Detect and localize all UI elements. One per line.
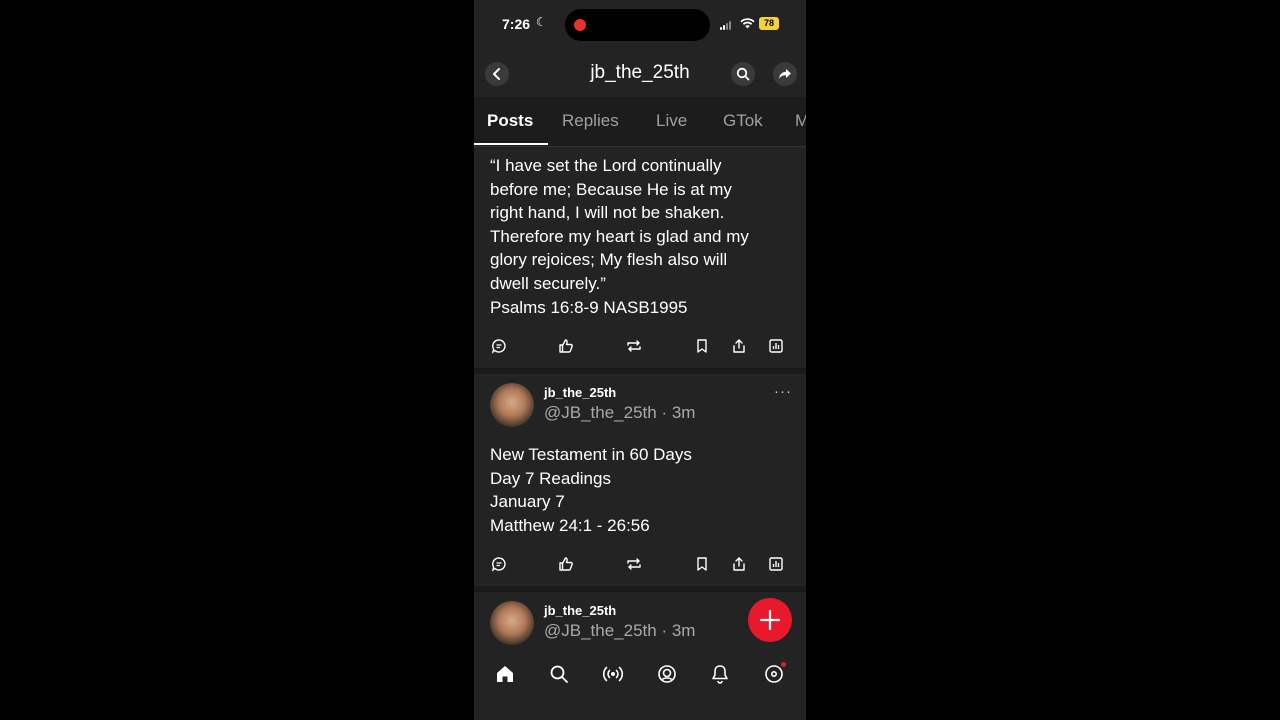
post-line: Psalms 16:8-9 NASB1995 [490,297,688,317]
avatar[interactable] [490,383,534,427]
search-button[interactable] [731,62,755,86]
nav-profile[interactable] [762,662,786,686]
post-divider [474,586,806,592]
avatar[interactable] [490,601,534,645]
active-tab-indicator [474,143,548,145]
stats-button[interactable] [766,336,786,356]
search-icon [550,665,568,683]
repost-icon [627,340,641,352]
post-2-text: New Testament in 60 Days Day 7 Readings … [490,443,692,537]
home-icon [497,666,513,682]
status-bar: 7:26 ☾ 78 [474,0,806,50]
bottom-navigation [474,652,806,720]
like-button[interactable] [556,336,576,356]
post-line: “I have set the Lord continually [490,156,722,175]
repost-button[interactable] [624,336,644,356]
compose-post-button[interactable] [748,598,792,642]
post-line: Therefore my heart is glad and my [490,226,749,246]
post-divider [474,368,806,374]
more-options-button[interactable]: ··· [774,383,792,400]
comment-icon [491,339,506,354]
like-button[interactable] [556,554,576,574]
post-line: before me; Because He is at my [490,179,732,199]
bookmark-button[interactable] [692,336,712,356]
groups-icon [658,665,676,683]
post-2-handle-time: @JB_the_25th · 3m [544,403,696,422]
comment-button[interactable] [489,554,509,574]
cellular-signal-icon [720,20,734,30]
tab-live[interactable]: Live [656,111,687,131]
chevron-left-icon [493,68,500,80]
share-profile-button[interactable] [773,62,797,86]
nav-live[interactable] [601,662,625,686]
comment-icon [491,557,506,572]
share-icon [733,339,745,353]
tab-more[interactable]: M [795,111,806,131]
post-line: right hand, I will not be shaken. [490,203,725,223]
bookmark-icon [697,339,707,353]
recording-indicator-icon [574,19,586,31]
tab-posts[interactable]: Posts [487,111,533,131]
comment-button[interactable] [489,336,509,356]
status-time: 7:26 [502,16,531,32]
plus-icon [759,609,781,631]
notifications-icon [712,665,728,684]
bookmark-icon [697,557,707,571]
share-arrow-icon [779,69,791,79]
profile-header: jb_the_25th [474,52,806,96]
post-line: January 7 [490,492,565,512]
wifi-icon [740,18,755,29]
post-2-display-name[interactable]: jb_the_25th [544,385,616,400]
post-line: Matthew 24:1 - 26:56 [490,515,650,535]
moon-icon: ☾ [536,15,547,29]
profile-tabs: Posts Replies Live GTok M [474,97,806,147]
tab-replies[interactable]: Replies [562,111,619,131]
page-title: jb_the_25th [590,62,690,83]
tab-gtok[interactable]: GTok [723,111,763,131]
post-3-handle-time: @JB_the_25th · 3m [544,621,696,640]
dynamic-island [565,9,710,41]
share-button[interactable] [729,554,749,574]
post-2-actions [474,554,806,578]
nav-groups[interactable] [655,662,679,686]
notification-dot [781,662,786,667]
post-line: dwell securely.” [490,273,606,293]
nav-home[interactable] [493,662,517,686]
search-icon [736,67,750,81]
post-line: glory rejoices; My flesh also will [490,250,728,270]
bookmark-button[interactable] [692,554,712,574]
profile-icon [765,665,783,683]
repost-icon [627,558,641,570]
phone-screen: 7:26 ☾ 78 jb_the_25th Posts Replies Live [474,0,806,720]
post-3-display-name[interactable]: jb_the_25th [544,603,616,618]
share-icon [733,557,745,571]
post-1-actions [474,336,806,360]
battery-indicator: 78 [759,17,779,30]
nav-notifications[interactable] [708,662,732,686]
stats-icon [769,557,783,571]
like-icon [559,339,573,353]
live-broadcast-icon [602,666,624,682]
post-1-text: “I have set the Lord continually before … [490,154,749,319]
post-line: Day 7 Readings [490,468,611,488]
nav-search[interactable] [547,662,571,686]
stats-icon [769,339,783,353]
post-line: New Testament in 60 Days [490,445,692,464]
stats-button[interactable] [766,554,786,574]
back-button[interactable] [485,62,509,86]
repost-button[interactable] [624,554,644,574]
like-icon [559,557,573,571]
share-button[interactable] [729,336,749,356]
